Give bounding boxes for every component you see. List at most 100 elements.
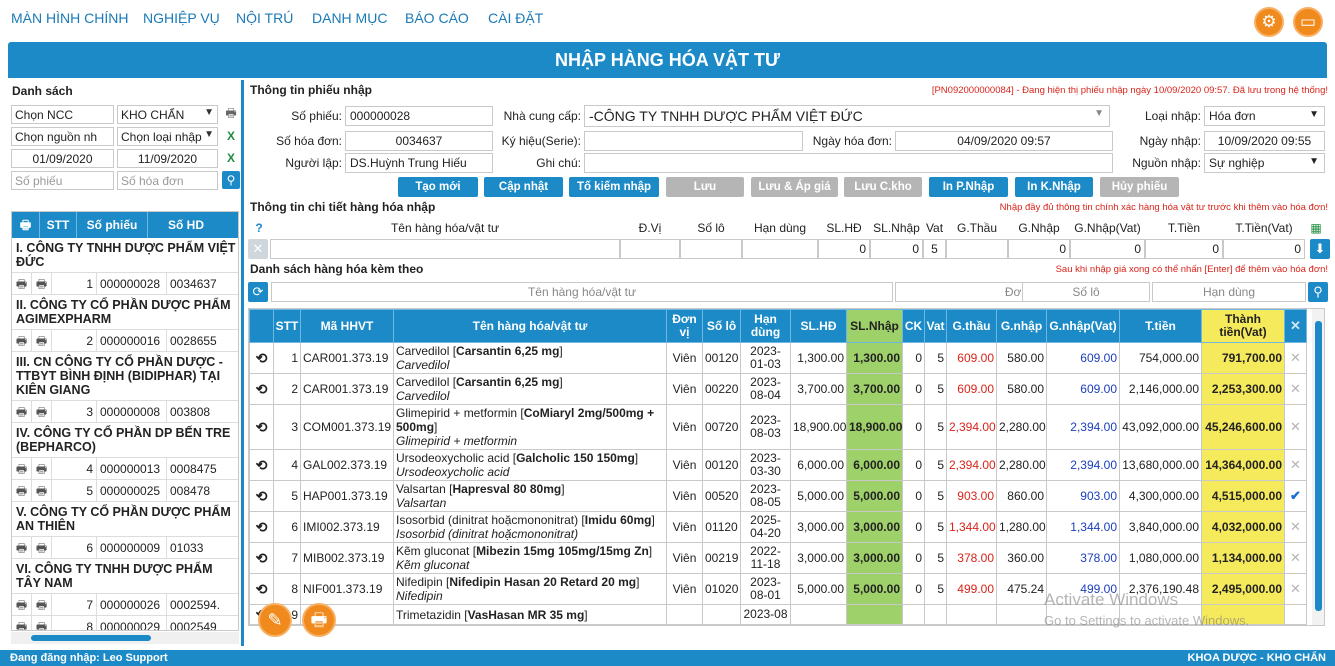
import-date-input[interactable]: 10/09/2020 09:55 <box>1204 131 1325 151</box>
add-item-button[interactable]: ⬇ <box>1310 239 1330 259</box>
table-row[interactable]: ⟲ 3 COM001.373.19 Glimepirid + metformin [C… <box>249 404 1307 450</box>
left-horizontal-scrollbar[interactable] <box>11 632 239 644</box>
detail-lot-input[interactable] <box>680 239 742 259</box>
row-action[interactable]: ⟲ <box>249 449 274 481</box>
print-icon[interactable]: 🖶 <box>12 479 32 502</box>
edit-fab-button[interactable]: ✎ <box>258 603 292 637</box>
import-type-input[interactable]: Hóa đơn ▼ <box>1204 106 1325 126</box>
clear-detail-button[interactable]: ✕ <box>248 239 268 259</box>
cell-delete[interactable]: ✕ <box>1284 449 1307 481</box>
detail-name-input[interactable] <box>270 239 620 259</box>
scrollbar-thumb[interactable] <box>1315 321 1322 611</box>
receipt-list-row[interactable]: 🖶 🖶 3 000000008 003808 <box>12 400 238 423</box>
cell-delete[interactable]: ✔ <box>1284 480 1307 512</box>
row-action[interactable]: ⟲ <box>249 480 274 512</box>
receipt-list-row[interactable]: 🖶 🖶 7 000000026 0002594. <box>12 593 238 616</box>
row-action[interactable]: ⟲ <box>249 373 274 405</box>
print-icon[interactable]: 🖶 <box>32 593 52 616</box>
search-receipt-button[interactable]: Tố kiếm nhập <box>569 177 659 197</box>
date-from-input[interactable]: 01/09/2020 <box>11 149 114 168</box>
detail-sl-hd-input[interactable]: 0 <box>818 239 870 259</box>
cell-delete[interactable]: ✕ <box>1284 573 1307 605</box>
print-icon[interactable]: 🖶 <box>32 479 52 502</box>
print-icon[interactable]: 🖶 <box>32 457 52 480</box>
print-receipt-button[interactable]: In P.Nhập <box>929 177 1008 197</box>
detail-g-thau-input[interactable] <box>946 239 1008 259</box>
cell-delete[interactable]: ✕ <box>1284 511 1307 543</box>
print-icon[interactable]: 🖶 <box>12 536 32 559</box>
detail-g-nhap-vat-input[interactable]: 0 <box>1070 239 1145 259</box>
filter-name-input[interactable]: Tên hàng hóa/vật tư <box>271 282 893 302</box>
row-action[interactable]: ⟲ <box>249 542 274 574</box>
print-icon[interactable]: 🖶 <box>12 593 32 616</box>
help-icon[interactable]: ? <box>248 219 270 238</box>
detail-unit-input[interactable] <box>620 239 680 259</box>
receipt-list-row[interactable]: 🖶 🖶 2 000000016 0028655 <box>12 329 238 352</box>
receipt-list-row[interactable]: 🖶 🖶 6 000000009 01033 <box>12 536 238 559</box>
invoice-date-input[interactable]: 04/09/2020 09:57 <box>895 131 1113 151</box>
invoice-no-search-input[interactable]: Số hóa đơn <box>117 171 218 190</box>
delete-icon[interactable]: ✕ <box>1290 457 1301 472</box>
source-select[interactable]: Chọn nguồn nh <box>11 127 114 146</box>
print-icon[interactable]: 🖶 <box>32 272 52 295</box>
warehouse-select[interactable]: KHO CHẨN ▼ <box>117 105 218 124</box>
source-input[interactable]: Sự nghiệp ▼ <box>1204 153 1325 173</box>
table-row[interactable]: ⟲ 5 HAP001.373.19 Valsartan [Hapresval 80 8… <box>249 480 1307 512</box>
detail-t-tien-input[interactable]: 0 <box>1145 239 1223 259</box>
print-icon[interactable]: 🖶 <box>12 400 32 423</box>
nav-item-catalog[interactable]: DANH MỤC <box>312 10 387 26</box>
undo-icon[interactable]: ⟲ <box>256 550 268 566</box>
cell-delete[interactable]: ✕ <box>1284 404 1307 450</box>
creator-input[interactable]: DS.Huỳnh Trung Hiếu <box>345 153 493 173</box>
table-row[interactable]: ⟲ 1 CAR001.373.19 Carvedilol [Carsantin 6,2… <box>249 342 1307 374</box>
detail-g-nhap-input[interactable]: 0 <box>1008 239 1070 259</box>
settings-gear-button[interactable]: ⚙ <box>1254 7 1284 37</box>
receipt-list-row[interactable]: 🖶 🖶 8 000000029 0002549 <box>12 615 238 630</box>
undo-icon[interactable]: ⟲ <box>256 581 268 597</box>
print-icon[interactable]: 🖶 <box>32 615 52 630</box>
update-button[interactable]: Cập nhật <box>484 177 563 197</box>
nav-item-settings[interactable]: CÀI ĐẶT <box>488 10 543 26</box>
receipt-list-row[interactable]: 🖶 🖶 1 000000028 0034637 <box>12 272 238 295</box>
undo-icon[interactable]: ⟲ <box>256 350 268 366</box>
save-warehouse-button[interactable]: Lưu C.kho <box>844 177 922 197</box>
receipt-no-input[interactable]: 000000028 <box>345 106 493 126</box>
delete-icon[interactable]: ✕ <box>1290 581 1301 596</box>
print-icon[interactable]: 🖶 <box>32 400 52 423</box>
excel-icon[interactable]: X <box>222 127 240 145</box>
nav-item-inpatient[interactable]: NỘI TRÚ <box>236 10 293 26</box>
cell-delete[interactable]: ✕ <box>1284 542 1307 574</box>
print-icon[interactable]: 🖶 <box>12 615 32 630</box>
undo-icon[interactable]: ⟲ <box>256 381 268 397</box>
receipt-no-search-input[interactable]: Số phiếu <box>11 171 114 190</box>
list-search-button[interactable]: ⚲ <box>1308 282 1328 302</box>
print-icon[interactable]: 🖶 <box>12 272 32 295</box>
grid-icon[interactable]: ▦ <box>1305 219 1327 238</box>
nav-item-reports[interactable]: BÁO CÁO <box>405 10 469 26</box>
undo-icon[interactable]: ⟲ <box>256 488 268 504</box>
scrollbar-thumb[interactable] <box>31 635 151 641</box>
detail-sl-nhap-input[interactable]: 0 <box>870 239 923 259</box>
cell-delete[interactable]: ✕ <box>1284 342 1307 374</box>
print-all-icon[interactable]: 🖶 <box>12 212 40 238</box>
save-button[interactable]: Lưu <box>666 177 744 197</box>
table-row[interactable]: ⟲ 7 MIB002.373.19 Kẽm gluconat [Mibezin 15m… <box>249 542 1307 574</box>
undo-icon[interactable]: ⟲ <box>256 419 268 435</box>
save-apply-price-button[interactable]: Lưu & Áp giá <box>751 177 838 197</box>
receipt-list-row[interactable]: 🖶 🖶 5 000000025 008478 <box>12 479 238 502</box>
detail-expiry-input[interactable] <box>742 239 818 259</box>
delete-icon[interactable]: ✕ <box>1290 419 1301 434</box>
nav-item-home[interactable]: MÀN HÌNH CHÍNH <box>11 10 128 26</box>
note-input[interactable] <box>584 153 1113 173</box>
new-button[interactable]: Tạo mới <box>398 177 478 197</box>
row-action[interactable]: ⟲ <box>249 511 274 543</box>
undo-icon[interactable]: ⟲ <box>256 457 268 473</box>
invoice-no-input[interactable]: 0034637 <box>345 131 493 151</box>
delete-icon[interactable]: ✕ <box>1290 550 1301 565</box>
screen-button[interactable]: ▭ <box>1293 7 1323 37</box>
delete-icon[interactable]: ✕ <box>1290 381 1301 396</box>
row-action[interactable]: ⟲ <box>249 573 274 605</box>
print-icon[interactable]: 🖶 <box>12 457 32 480</box>
items-vertical-scrollbar[interactable] <box>1312 309 1324 625</box>
detail-t-tien-vat-input[interactable]: 0 <box>1223 239 1305 259</box>
